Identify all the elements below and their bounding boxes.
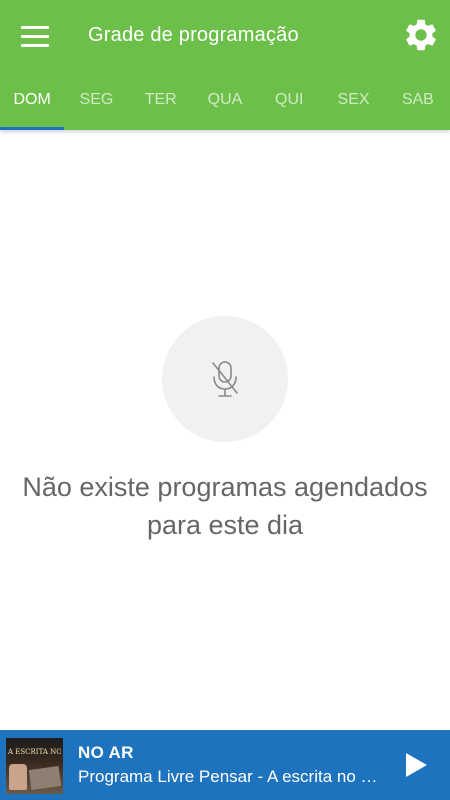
tab-sab[interactable]: SAB — [386, 72, 450, 130]
app-header: Grade de programação DOM SEG TER QUA QUI… — [0, 0, 450, 130]
empty-state-badge — [162, 316, 288, 442]
play-icon[interactable] — [398, 748, 432, 782]
tab-dom[interactable]: DOM — [0, 72, 65, 130]
microphone-off-icon — [212, 361, 238, 397]
now-playing-title: Programa Livre Pensar - A escrita no Exí… — [78, 767, 378, 786]
now-playing-bar[interactable]: A ESCRITA NO EXÍLIO — [0, 730, 450, 800]
program-thumbnail: A ESCRITA NO EXÍLIO — [6, 738, 63, 794]
gear-icon[interactable] — [402, 16, 440, 54]
tab-sex[interactable]: SEX — [321, 72, 385, 130]
menu-line — [21, 35, 49, 38]
menu-line — [21, 44, 49, 47]
top-bar: Grade de programação — [0, 0, 450, 72]
tab-qua[interactable]: QUA — [193, 72, 257, 130]
empty-state-message: Não existe programas agendados para este… — [22, 472, 428, 540]
app-screen: Grade de programação DOM SEG TER QUA QUI… — [0, 0, 450, 800]
page-title: Grade de programação — [88, 24, 299, 46]
thumbnail-book — [28, 766, 62, 790]
tab-qui[interactable]: QUI — [257, 72, 321, 130]
day-tabs: DOM SEG TER QUA QUI SEX SAB — [0, 72, 450, 130]
thumbnail-caption: A ESCRITA NO EXÍLIO — [8, 748, 61, 756]
hamburger-menu-icon[interactable] — [14, 18, 56, 54]
tab-seg[interactable]: SEG — [64, 72, 128, 130]
thumbnail-person — [9, 764, 27, 790]
tab-ter[interactable]: TER — [129, 72, 193, 130]
on-air-label: NO AR — [78, 743, 134, 762]
menu-line — [21, 26, 49, 29]
